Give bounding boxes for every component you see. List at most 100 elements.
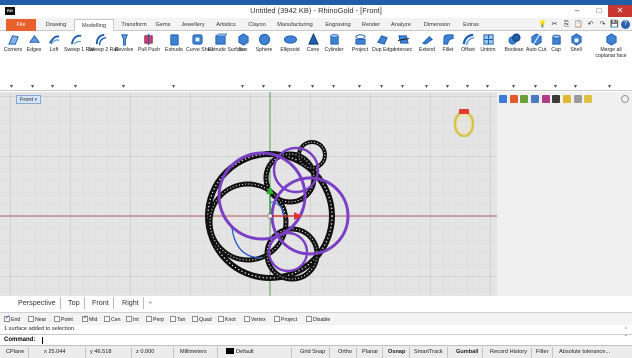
osnap-quad-checkbox[interactable] [192,316,198,322]
gumball-center[interactable] [267,213,273,219]
tab-gems[interactable]: Gems [152,19,174,31]
command-input[interactable] [44,336,604,344]
sweep-dropdown[interactable]: ▾ [74,83,77,90]
tab-render[interactable]: Render [358,19,384,31]
render-icon[interactable] [531,95,540,103]
osnap-vertex-checkbox[interactable] [244,316,250,322]
osnap-project-checkbox[interactable] [274,316,280,322]
status-gumball[interactable]: Gumball [452,347,484,358]
tab-clayoo[interactable]: Clayoo [244,19,270,31]
command-line[interactable]: Command: ⌃ ⌄ [0,328,632,345]
viewport-canvas[interactable] [0,92,497,296]
fillet-button[interactable]: Fillet [438,33,458,53]
layers-icon[interactable] [509,95,518,103]
tab-manufacturing[interactable]: Manufacturing [272,19,318,31]
redo-icon[interactable]: ↷ [598,20,607,29]
sun-icon[interactable] [584,95,593,103]
add-viewport-button[interactable]: + [144,297,156,309]
edges-dropdown[interactable]: ▾ [31,83,34,90]
merge-dropdown[interactable]: ▾ [608,83,611,90]
status-grid-snap[interactable]: Grid Snap [296,347,331,358]
loft-dropdown[interactable]: ▾ [51,83,54,90]
extend-dropdown[interactable]: ▾ [425,83,428,90]
osnap-end-checkbox[interactable] [4,315,10,322]
status-osnap[interactable]: Osnap [384,347,411,358]
status-layer[interactable]: Default [222,347,292,358]
box-dropdown[interactable]: ▾ [241,83,244,90]
command-scroll-icon[interactable]: ⌃ ⌄ [624,328,628,338]
osnap-knot[interactable]: Knot [218,316,236,324]
lamp-icon[interactable]: 💡 [538,20,547,29]
offset-dropdown[interactable]: ▾ [466,83,469,90]
osnap-cen-checkbox[interactable] [104,316,110,322]
lights-icon[interactable] [563,95,572,103]
materials-icon[interactable] [541,95,550,103]
corners-dropdown[interactable]: ▾ [10,83,13,90]
ellipsoid-button[interactable]: Ellipsoid [276,33,304,53]
cap-dropdown[interactable]: ▾ [554,83,557,90]
fillet-dropdown[interactable]: ▾ [446,83,449,90]
extrude-surface-button[interactable]: Extrude Surface [208,33,245,53]
boolean-button[interactable]: Boolean [502,33,526,53]
display-icon[interactable] [520,95,529,103]
auto-cut-dropdown[interactable]: ▾ [534,83,537,90]
osnap-knot-checkbox[interactable] [218,316,224,322]
osnap-point[interactable]: Point [54,316,73,324]
tab-extras[interactable]: Extras [458,19,484,31]
intersect-button[interactable]: Intersec [392,33,414,53]
edges-button[interactable]: Edges [24,33,44,53]
extrude-button[interactable]: Extrude [162,33,186,53]
help-panel-icon[interactable] [573,95,582,103]
status-filter[interactable]: Filter [532,347,554,358]
extrude-dropdown[interactable]: ▾ [172,83,175,90]
osnap-perp-checkbox[interactable] [146,316,152,322]
osnap-near-checkbox[interactable] [28,316,34,322]
viewport-label[interactable]: Front ▾ [16,95,42,104]
environment-icon[interactable] [552,95,561,103]
pull-push-button[interactable]: Pull Push [138,33,160,53]
osnap-mid-checkbox[interactable] [82,315,88,322]
status-planar[interactable]: Planar [358,347,384,358]
auto-cut-button[interactable]: Auto Cut [526,33,546,53]
front-viewport[interactable]: Front ▾ [0,92,497,296]
osnap-mid[interactable]: Mid [82,315,97,324]
untrim-dropdown[interactable]: ▾ [486,83,489,90]
osnap-tan[interactable]: Tan [170,316,185,324]
tab-modelling[interactable]: Modelling [74,19,114,31]
copy-icon[interactable]: ⎘ [562,20,571,29]
osnap-quad[interactable]: Quad [192,316,212,324]
tab-top[interactable]: Top [64,297,85,309]
tab-drawing[interactable]: Drawing [40,19,72,31]
status-units[interactable]: Millimeters [176,347,218,358]
shell-button[interactable]: Shell [566,33,586,53]
osnap-disable-checkbox[interactable] [306,316,312,322]
boolean-dropdown[interactable]: ▾ [512,83,515,90]
osnap-point-checkbox[interactable] [54,316,60,322]
paste-icon[interactable]: 📋 [574,20,583,29]
tab-analyze[interactable]: Analyze [386,19,416,31]
tab-right[interactable]: Right [118,297,144,309]
shell-dropdown[interactable]: ▾ [574,83,577,90]
curve-shell-button[interactable]: Curve Shell [186,33,213,53]
osnap-int[interactable]: Int [126,316,139,324]
extend-button[interactable]: Extend [416,33,438,53]
panel-settings-icon[interactable] [621,95,629,103]
untrim-button[interactable]: Untrim [478,33,498,53]
merge-coplanar-button[interactable]: Merge all coplanar face [592,33,630,59]
cone-button[interactable]: Cone [304,33,322,53]
status-tolerance[interactable]: Absolute tolerance... [555,347,632,358]
cylinder-dropdown[interactable]: ▾ [332,83,335,90]
revolve-button[interactable]: Revolve [112,33,136,53]
cylinder-button[interactable]: Cylinder [322,33,346,53]
tab-jewellery[interactable]: Jewellery [176,19,210,31]
box-button[interactable]: Box [234,33,252,53]
dup-edge-dropdown[interactable]: ▾ [380,83,383,90]
project-dropdown[interactable]: ▾ [358,83,361,90]
save-icon[interactable]: 💾 [610,20,619,29]
status-cplane[interactable]: CPlane [2,347,30,358]
intersect-dropdown[interactable]: ▾ [401,83,404,90]
project-button[interactable]: Project [348,33,372,53]
sweep2-button[interactable]: Sweep 2 Rail [88,33,119,53]
tab-engraving[interactable]: Engraving [320,19,356,31]
dup-edge-button[interactable]: Dup Edge [372,33,395,53]
